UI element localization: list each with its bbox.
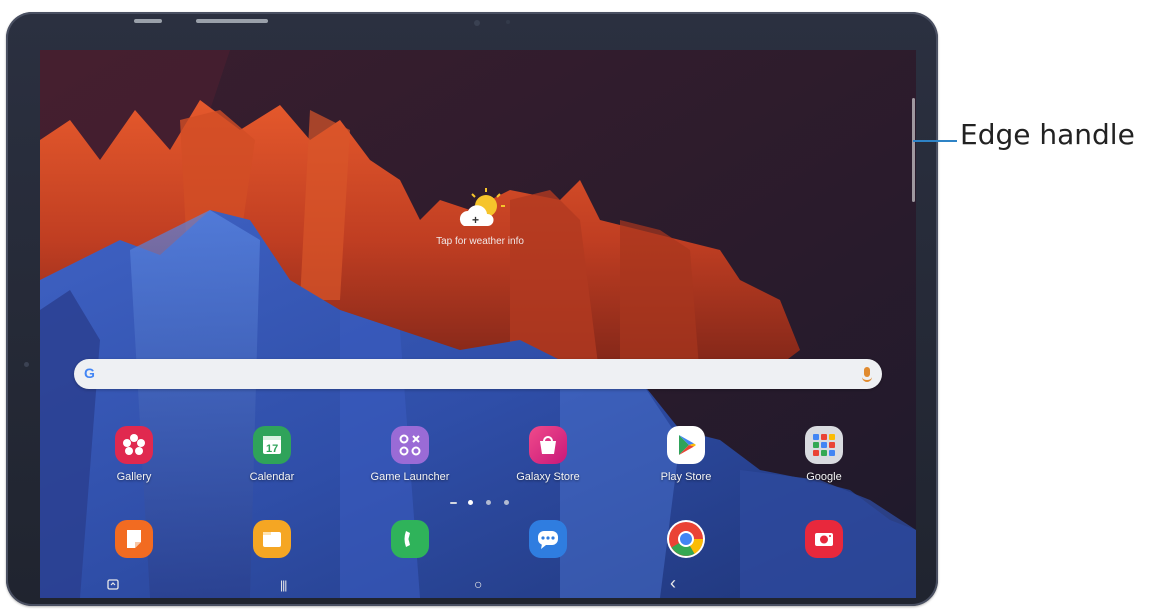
svg-text:+: + — [472, 213, 479, 227]
phone-icon — [391, 520, 429, 558]
app-galaxy-store[interactable]: Galaxy Store — [503, 426, 593, 483]
app-label: Calendar — [249, 471, 295, 483]
app-google-folder[interactable]: Google — [779, 426, 869, 483]
mic-icon[interactable] — [862, 367, 872, 382]
app-label: Google — [806, 471, 842, 483]
dock-messages[interactable] — [503, 520, 593, 558]
weather-sun-cloud-icon: + — [450, 186, 510, 234]
dock-phone[interactable] — [365, 520, 455, 558]
navigation-bar: ||| ○ ‹ — [40, 573, 916, 598]
app-gallery[interactable]: Gallery — [89, 426, 179, 483]
app-label: Play Store — [660, 471, 712, 483]
google-search-bar[interactable]: G — [74, 359, 882, 389]
app-label: Galaxy Store — [516, 471, 580, 483]
dock-camera[interactable] — [779, 520, 869, 558]
my-files-icon — [253, 520, 291, 558]
microphone-hole — [24, 362, 29, 367]
app-calendar[interactable]: 17 Calendar — [227, 426, 317, 483]
dock-my-files[interactable] — [227, 520, 317, 558]
recents-button[interactable]: ||| — [280, 578, 287, 592]
page-dot — [504, 500, 509, 505]
messages-icon — [529, 520, 567, 558]
dock-chrome[interactable] — [641, 520, 731, 558]
volume-button — [134, 19, 162, 23]
page-indicator[interactable] — [450, 498, 510, 506]
edge-handle-callout: Edge handle — [960, 118, 1135, 151]
svg-text:17: 17 — [266, 443, 278, 455]
edge-handle[interactable] — [912, 98, 915, 202]
play-store-icon — [667, 426, 705, 464]
calendar-icon: 17 — [253, 426, 291, 464]
callout-leader-line — [913, 140, 957, 142]
home-screen: + Tap for weather info G Gallery 17 Cale… — [40, 50, 916, 598]
gallery-icon — [115, 426, 153, 464]
home-button[interactable]: ○ — [474, 576, 482, 592]
weather-label: Tap for weather info — [436, 236, 524, 247]
google-folder-icon — [805, 426, 843, 464]
back-button[interactable]: ‹ — [670, 573, 676, 594]
samsung-notes-icon — [115, 520, 153, 558]
app-play-store[interactable]: Play Store — [641, 426, 731, 483]
page-dot — [486, 500, 491, 505]
galaxy-store-icon — [529, 426, 567, 464]
power-button — [196, 19, 268, 23]
game-launcher-icon — [391, 426, 429, 464]
page-dot-current — [468, 500, 473, 505]
page-list-icon — [450, 502, 457, 504]
camera-icon — [805, 520, 843, 558]
wallpaper — [40, 50, 916, 598]
tablet-device: + Tap for weather info G Gallery 17 Cale… — [6, 12, 938, 606]
screenshot-icon[interactable] — [106, 578, 120, 595]
app-label: Gallery — [116, 471, 152, 483]
chrome-icon — [667, 520, 705, 558]
weather-widget[interactable]: + Tap for weather info — [420, 186, 540, 247]
dock-samsung-notes[interactable] — [89, 520, 179, 558]
google-logo-icon: G — [84, 365, 95, 381]
app-label: Game Launcher — [370, 471, 450, 483]
sensor — [506, 20, 510, 24]
app-game-launcher[interactable]: Game Launcher — [365, 426, 455, 483]
front-camera — [474, 20, 480, 26]
